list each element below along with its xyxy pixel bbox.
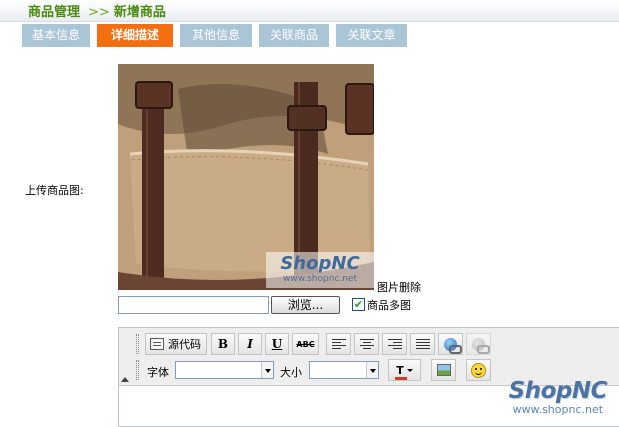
insert-link-button[interactable] [438,333,463,355]
underline-button[interactable]: U [265,333,289,355]
breadcrumb-current: 新增商品 [113,5,166,20]
watermark-url: www.shopnc.net [512,403,604,416]
bold-button[interactable]: B [211,333,235,355]
align-center-button[interactable] [354,333,379,355]
tab-other-info[interactable]: 其他信息 [180,24,252,47]
browse-button[interactable]: 浏览... [271,296,340,314]
collapse-toolbar-icon[interactable] [121,377,129,382]
toolbar-grip-bottom[interactable] [136,360,139,380]
chevron-down-icon [406,368,413,372]
insert-image-icon [436,364,451,376]
italic-button[interactable]: I [238,333,262,355]
image-watermark-url: www.shopnc.net [282,274,357,284]
image-watermark-brand: ShopNC [280,253,360,274]
breadcrumb-separator: >> [88,5,110,20]
chevron-down-icon [261,362,273,378]
unlink-icon [472,337,490,354]
insert-image-button[interactable] [431,359,456,381]
upload-image-label: 上传商品图: [25,184,84,197]
remove-link-button[interactable] [466,333,491,355]
chevron-down-icon [366,362,378,378]
delete-image-link[interactable]: 图片删除 [377,279,421,295]
source-code-button[interactable]: 源代码 [145,333,207,355]
tab-bar: 基本信息 详细描述 其他信息 关联商品 关联文章 [22,24,414,47]
font-label: 字体 [147,366,169,379]
align-justify-button[interactable] [410,333,435,355]
watermark-brand: ShopNC [508,378,608,404]
tab-detail-description[interactable]: 详细描述 [97,24,173,47]
multi-image-label: 商品多图 [367,299,411,312]
tab-basic-info[interactable]: 基本信息 [22,24,90,47]
tab-related-articles[interactable]: 关联文章 [336,24,407,47]
align-left-button[interactable] [326,333,351,355]
text-color-button[interactable]: T [388,359,421,381]
link-icon [444,337,462,354]
font-select[interactable] [175,361,274,379]
emoticon-icon [471,362,486,378]
size-select[interactable] [309,361,379,379]
toolbar-grip-top[interactable] [136,334,139,354]
breadcrumb-root[interactable]: 商品管理 [28,5,80,20]
strikethrough-button[interactable]: ABC [292,333,319,355]
source-code-label: 源代码 [168,338,201,351]
file-path-input[interactable] [118,296,269,314]
align-justify-icon [415,338,430,350]
align-right-button[interactable] [382,333,407,355]
align-left-icon [331,338,346,350]
align-right-icon [387,338,402,350]
breadcrumb: 商品管理 >> 新增商品 [28,1,166,20]
align-center-icon [359,338,374,350]
multi-image-checkbox[interactable]: ✔ [352,298,365,311]
image-watermark: ShopNC www.shopnc.net [268,253,372,285]
product-image: ShopNC www.shopnc.net [118,64,374,290]
page-watermark: ShopNC www.shopnc.net [508,378,608,416]
size-label: 大小 [280,366,302,379]
source-code-icon [150,338,164,350]
tab-related-products[interactable]: 关联商品 [259,24,329,47]
page-header: 商品管理 >> 新增商品 [0,0,619,22]
emoticon-button[interactable] [466,359,491,381]
text-color-icon: T [395,363,407,380]
